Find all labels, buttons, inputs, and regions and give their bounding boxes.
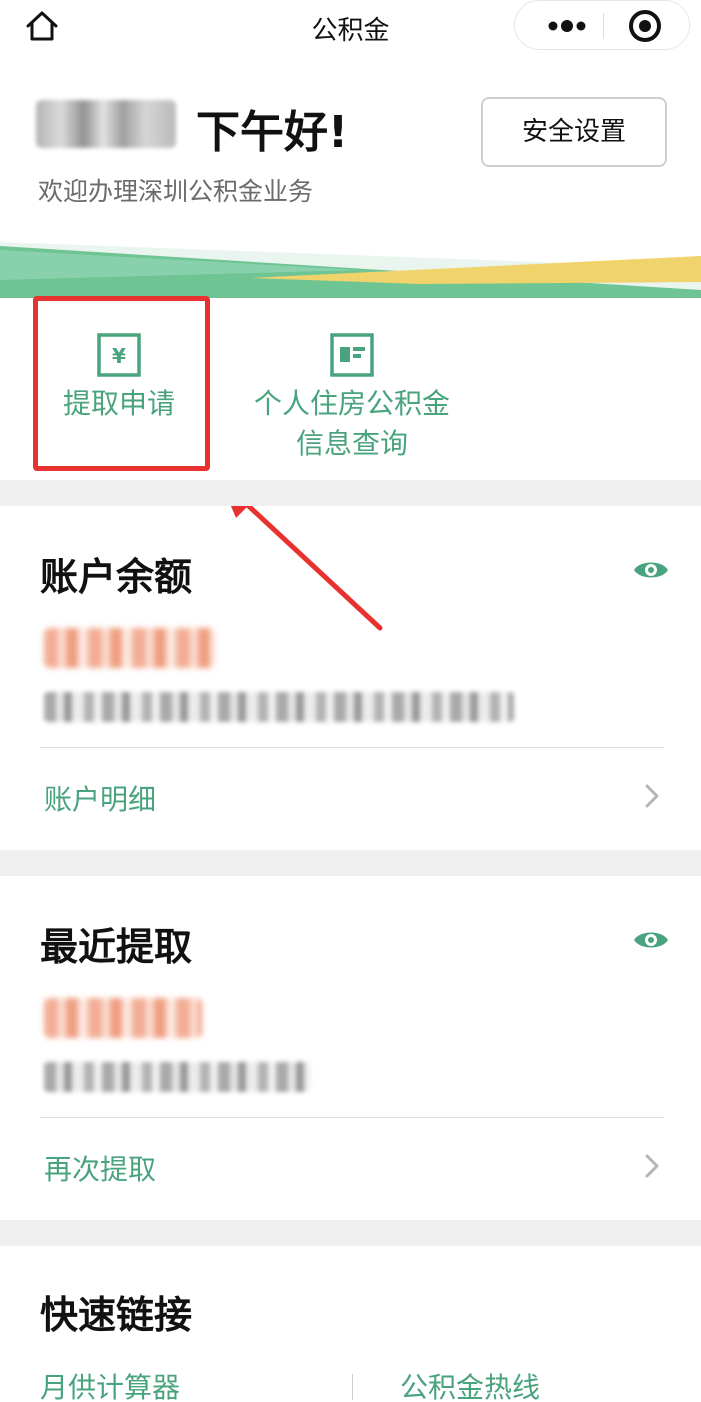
miniapp-close-icon[interactable] bbox=[627, 8, 663, 44]
balance-amount-blurred bbox=[44, 628, 216, 668]
service-personal-fund-query[interactable]: 个人住房公积金 信息查询 bbox=[220, 332, 484, 464]
section-gap bbox=[0, 480, 701, 506]
eye-icon[interactable] bbox=[632, 556, 670, 584]
security-settings-button[interactable]: 安全设置 bbox=[481, 97, 667, 167]
withdraw-date-blurred bbox=[44, 1062, 310, 1092]
top-nav-bar: 公积金 bbox=[0, 0, 701, 52]
withdraw-again-label: 再次提取 bbox=[44, 1153, 157, 1186]
quick-links-title: 快速链接 bbox=[40, 1293, 193, 1337]
more-dots-icon[interactable] bbox=[539, 1, 595, 51]
withdraw-amount-blurred bbox=[44, 998, 202, 1038]
info-card-icon bbox=[330, 333, 374, 377]
divider bbox=[40, 747, 664, 748]
quick-link-divider bbox=[352, 1374, 353, 1400]
account-detail-label: 账户明细 bbox=[44, 783, 157, 816]
withdraw-again-link[interactable]: 再次提取 bbox=[40, 1138, 664, 1194]
chevron-right-icon bbox=[645, 1154, 659, 1178]
chevron-right-icon bbox=[645, 784, 659, 808]
divider bbox=[40, 1117, 664, 1118]
section-gap bbox=[0, 1220, 701, 1246]
section-gap bbox=[0, 850, 701, 876]
balance-title: 账户余额 bbox=[40, 555, 193, 599]
miniapp-capsule bbox=[514, 0, 690, 50]
user-name-blurred bbox=[36, 100, 176, 148]
annotation-highlight-box bbox=[33, 296, 210, 471]
quick-link-hotline[interactable]: 公积金热线 bbox=[400, 1366, 540, 1402]
service-label: 个人住房公积金 信息查询 bbox=[253, 387, 450, 460]
decorative-band bbox=[0, 242, 701, 298]
eye-icon[interactable] bbox=[632, 926, 670, 954]
greeting-text: 下午好! bbox=[196, 107, 349, 158]
account-detail-link[interactable]: 账户明细 bbox=[40, 768, 664, 824]
balance-updated-blurred bbox=[44, 692, 514, 722]
recent-withdraw-title: 最近提取 bbox=[40, 925, 193, 969]
capsule-divider bbox=[603, 13, 604, 39]
quick-link-mortgage-calculator[interactable]: 月供计算器 bbox=[40, 1366, 180, 1402]
welcome-text: 欢迎办理深圳公积金业务 bbox=[38, 177, 314, 206]
